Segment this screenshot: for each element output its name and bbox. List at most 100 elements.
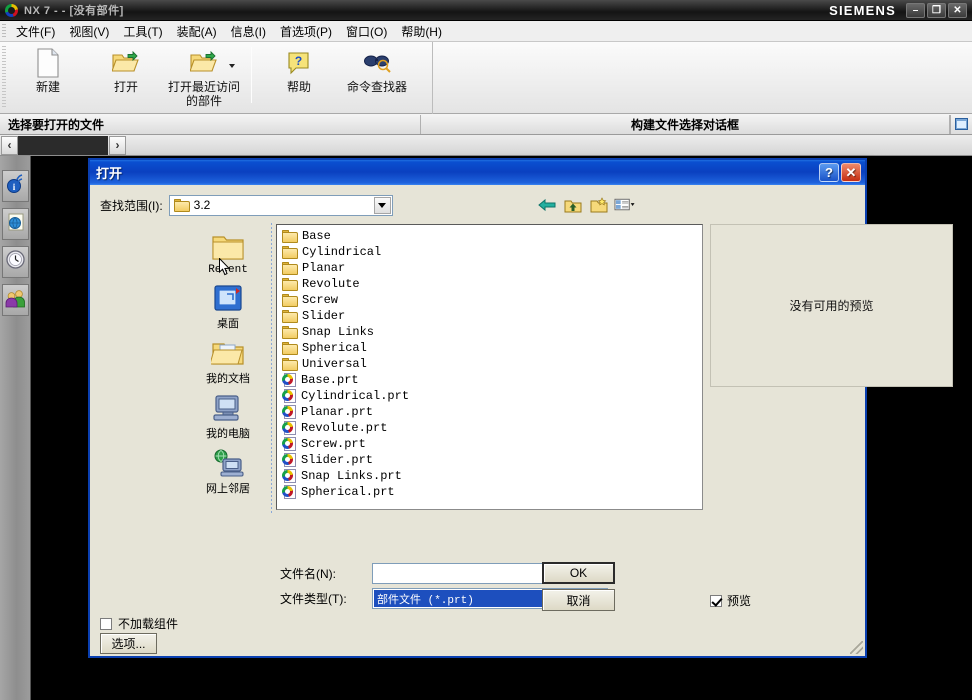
open-recent-folder-icon [190, 48, 218, 78]
list-item[interactable]: Slider.prt [279, 452, 702, 468]
menu-item-view[interactable]: 视图(V) [62, 21, 116, 42]
toolbar-button-open-recent[interactable]: 打开最近访问 的部件 [165, 42, 243, 108]
chevron-down-icon [378, 202, 387, 208]
place-item-desktop[interactable]: 桌面 [186, 282, 270, 331]
look-in-dropdown-button[interactable] [373, 196, 391, 214]
toolbar-button-help[interactable]: ? 帮助 [260, 42, 338, 94]
nav-back-button[interactable]: ‹ [1, 135, 18, 155]
menu-item-file[interactable]: 文件(F) [9, 21, 62, 42]
my-computer-icon [212, 392, 244, 424]
internet-explorer-icon [6, 212, 26, 237]
toolbar-button-command-finder[interactable]: 命令查找器 [338, 42, 416, 94]
place-label-desktop: 桌面 [217, 318, 239, 330]
menu-bar-drag-handle[interactable] [2, 23, 6, 39]
toolbar-button-new[interactable]: 新建 [9, 42, 87, 94]
menu-item-assemblies[interactable]: 装配(A) [170, 21, 224, 42]
place-label-my-computer: 我的电脑 [206, 428, 250, 440]
list-item[interactable]: Snap Links [279, 324, 702, 340]
window-indicator-icon[interactable] [950, 114, 972, 134]
part-file-icon [282, 373, 297, 387]
history-clock-icon [5, 249, 26, 275]
preview-checkbox-row[interactable]: 预览 [710, 592, 751, 609]
file-name: Screw.prt [301, 437, 366, 451]
menu-item-information[interactable]: 信息(I) [224, 21, 273, 42]
command-finder-icon [363, 48, 391, 78]
menu-item-window[interactable]: 窗口(O) [339, 21, 394, 42]
file-list[interactable]: Base Cylindrical Planar Revolute Screw S… [276, 224, 703, 510]
look-in-row: 查找范围(I): 3.2 [100, 193, 857, 217]
new-folder-icon[interactable] [588, 195, 609, 215]
folder-icon [282, 229, 298, 243]
folder-icon [282, 309, 298, 323]
svg-text:?: ? [295, 54, 302, 68]
preview-pane: 没有可用的预览 [710, 224, 953, 387]
folder-icon [282, 277, 298, 291]
file-name: Slider.prt [301, 453, 374, 467]
nav-address-field[interactable] [18, 135, 108, 155]
dialog-nav-toolbar [536, 195, 635, 215]
menu-item-tools[interactable]: 工具(T) [116, 21, 169, 42]
no-load-components-checkbox[interactable] [100, 617, 112, 630]
part-file-icon [282, 421, 297, 435]
toolbar-button-open[interactable]: 打开 [87, 42, 165, 94]
list-item[interactable]: Screw.prt [279, 436, 702, 452]
dialog-resize-grip[interactable] [850, 641, 863, 654]
nav-forward-button[interactable]: › [109, 135, 126, 155]
no-load-components-row[interactable]: 不加载组件 [100, 615, 178, 632]
file-name: Revolute [302, 277, 360, 291]
list-item[interactable]: Spherical.prt [279, 484, 702, 500]
up-one-level-icon[interactable] [562, 195, 583, 215]
part-file-icon [282, 405, 297, 419]
preview-checkbox[interactable] [710, 594, 722, 607]
list-item[interactable]: Universal [279, 356, 702, 372]
new-document-icon [35, 48, 61, 78]
preview-checkbox-label: 预览 [727, 594, 752, 608]
list-item[interactable]: Cylindrical [279, 244, 702, 260]
file-name: Revolute.prt [301, 421, 388, 435]
place-label-my-documents: 我的文档 [206, 373, 250, 385]
siemens-brand-logo: SIEMENS [829, 2, 896, 18]
place-item-my-documents[interactable]: 我的文档 [186, 337, 270, 386]
resource-item-internet-explorer[interactable] [2, 208, 29, 240]
list-item[interactable]: Cylindrical.prt [279, 388, 702, 404]
resource-item-history[interactable] [2, 246, 29, 278]
part-file-icon [282, 389, 297, 403]
menu-item-help[interactable]: 帮助(H) [394, 21, 449, 42]
list-item[interactable]: Revolute.prt [279, 420, 702, 436]
open-recent-dropdown-caret-icon[interactable] [229, 64, 235, 68]
window-title-bar: NX 7 - - [没有部件] SIEMENS – ❐ ✕ [0, 0, 972, 21]
dialog-title-bar: 打开 ? ✕ [90, 160, 865, 185]
network-neighborhood-icon [212, 447, 244, 479]
list-item[interactable]: Planar.prt [279, 404, 702, 420]
options-button[interactable]: 选项... [100, 633, 157, 654]
list-item[interactable]: Revolute [279, 276, 702, 292]
toolbar-drag-handle[interactable] [2, 46, 6, 108]
window-restore-button[interactable]: ❐ [927, 2, 946, 18]
desktop-icon [213, 282, 243, 314]
list-item[interactable]: Base.prt [279, 372, 702, 388]
resource-item-roles[interactable] [2, 284, 29, 316]
list-item[interactable]: Slider [279, 308, 702, 324]
list-item[interactable]: Screw [279, 292, 702, 308]
list-item[interactable]: Planar [279, 260, 702, 276]
dialog-close-button[interactable]: ✕ [841, 163, 861, 182]
cancel-button[interactable]: 取消 [542, 589, 615, 611]
back-arrow-icon[interactable] [536, 195, 557, 215]
mouse-cursor [219, 257, 231, 277]
list-item[interactable]: Spherical [279, 340, 702, 356]
folder-icon [173, 198, 190, 212]
window-close-button[interactable]: ✕ [948, 2, 967, 18]
views-menu-icon[interactable] [614, 195, 635, 215]
status-message-text: 构建文件选择对话框 [630, 117, 739, 132]
window-minimize-button[interactable]: – [906, 2, 925, 18]
look-in-combobox[interactable]: 3.2 [168, 194, 393, 216]
dialog-help-button[interactable]: ? [819, 163, 839, 182]
place-item-network[interactable]: 网上邻居 [186, 447, 270, 496]
place-item-my-computer[interactable]: 我的电脑 [186, 392, 270, 441]
resource-item-assembly-navigator[interactable]: i [2, 170, 29, 202]
ok-button[interactable]: OK [542, 562, 615, 584]
menu-item-preferences[interactable]: 首选项(P) [273, 21, 339, 42]
list-item[interactable]: Base [279, 228, 702, 244]
list-item[interactable]: Snap Links.prt [279, 468, 702, 484]
toolbar-label-open-recent: 打开最近访问 的部件 [167, 80, 240, 108]
